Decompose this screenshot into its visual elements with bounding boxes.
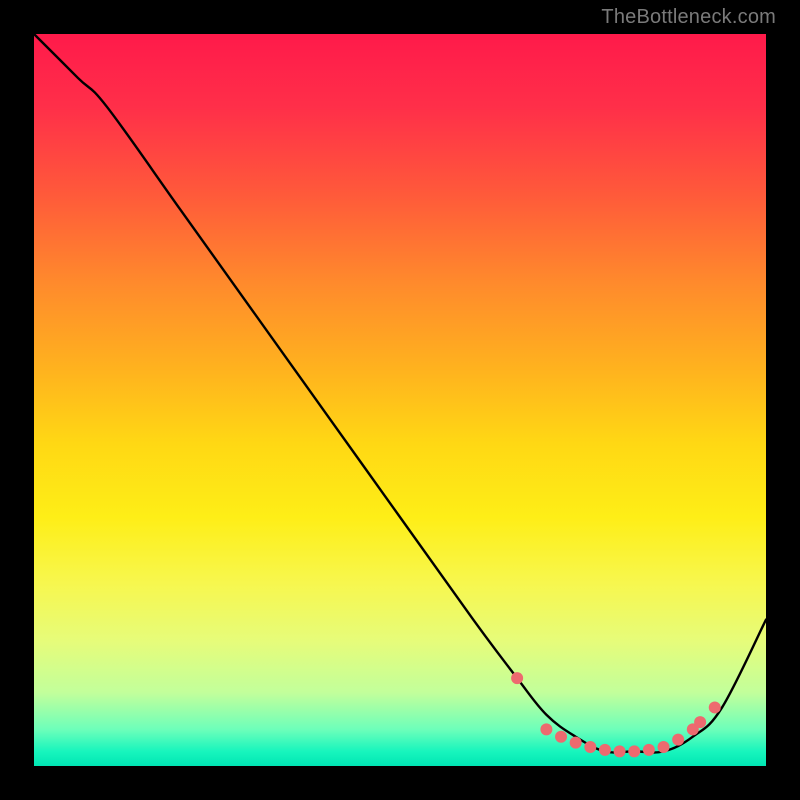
highlight-dot: [643, 744, 655, 756]
highlight-dot: [694, 716, 706, 728]
chart-frame: TheBottleneck.com: [0, 0, 800, 800]
highlight-dot: [709, 701, 721, 713]
watermark-text: TheBottleneck.com: [601, 6, 776, 29]
highlight-dot: [599, 744, 611, 756]
bottleneck-curve: [34, 34, 766, 753]
highlight-dot: [555, 731, 567, 743]
highlight-dot: [658, 741, 670, 753]
highlight-dot: [628, 745, 640, 757]
highlight-dot: [614, 745, 626, 757]
highlight-dot: [511, 672, 523, 684]
highlight-dot: [570, 737, 582, 749]
highlight-dot: [584, 741, 596, 753]
plot-area: [34, 34, 766, 766]
curve-layer: [34, 34, 766, 766]
highlight-dot: [540, 723, 552, 735]
highlight-dot: [672, 734, 684, 746]
